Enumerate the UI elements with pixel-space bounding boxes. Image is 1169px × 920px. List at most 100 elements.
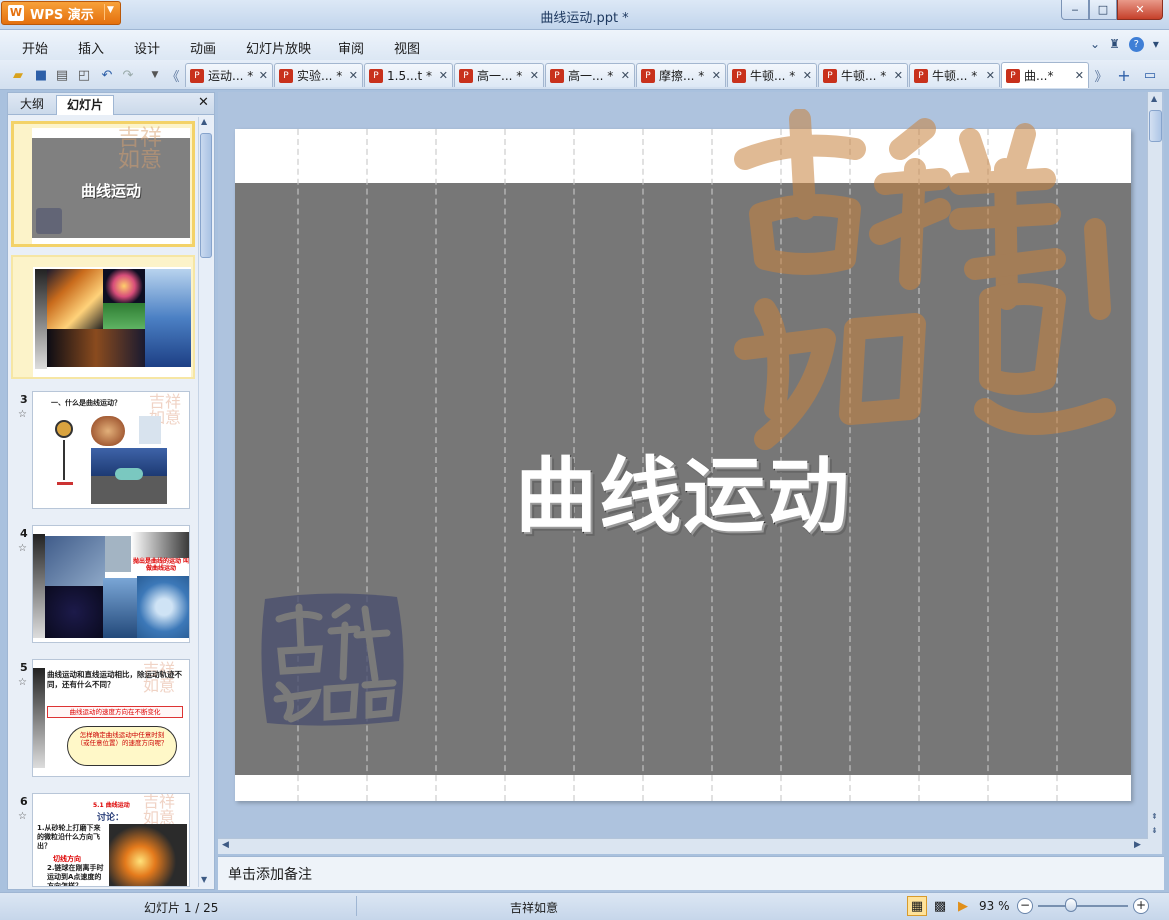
scrollbar-thumb[interactable] — [1149, 110, 1162, 142]
tab-list-icon[interactable]: ▭ — [1141, 66, 1159, 84]
slide-number: 5 — [20, 661, 28, 674]
menu-item-design[interactable]: 设计 — [134, 38, 160, 57]
scroll-up-icon[interactable]: ▲ — [201, 117, 207, 126]
print-icon[interactable]: ▤ — [53, 66, 71, 84]
title-bar: W WPS 演示 ▼ 曲线运动.ppt * ‒ □ ✕ — [0, 0, 1169, 30]
slide-thumbnail-3[interactable]: 一、什么是曲线运动？ 吉祥 如意 — [32, 391, 190, 509]
menu-item-slideshow[interactable]: 幻灯片放映 — [246, 38, 311, 57]
slide-thumb-section: 5.1 曲线运动 — [93, 802, 130, 809]
slide-thumb-question: 曲线运动和直线运动相比，除运动轨迹不同，还有什么不同？ — [47, 670, 182, 689]
help-icon[interactable]: ? — [1128, 37, 1144, 52]
scroll-down-icon[interactable]: ▼ — [201, 875, 207, 884]
panel-scrollbar[interactable]: ▲ ▼ — [198, 117, 212, 887]
normal-view-icon[interactable]: ▦ — [907, 896, 927, 916]
scrollbar-thumb[interactable] — [200, 133, 212, 258]
close-icon[interactable]: ✕ — [530, 69, 539, 82]
menu-item-home[interactable]: 开始 — [22, 38, 48, 57]
close-icon[interactable]: ✕ — [439, 69, 448, 82]
slide-thumb-q1: 1.从砂轮上打磨下来的微粒沿什么方向飞出？ — [37, 824, 101, 850]
menu-item-view[interactable]: 视图 — [394, 38, 420, 57]
slide-number: 4 — [20, 527, 28, 540]
slideshow-view-icon[interactable]: ▶ — [953, 896, 973, 916]
print-preview-icon[interactable]: ◰ — [75, 66, 93, 84]
image-skier — [105, 536, 131, 572]
slide-title[interactable]: 曲线运动 — [235, 429, 1131, 548]
save-icon[interactable]: ■ — [32, 66, 50, 84]
tab-outline[interactable]: 大纲 — [10, 95, 54, 115]
clock-image — [55, 420, 73, 438]
help-dropdown-icon[interactable]: ▾ — [1153, 37, 1159, 52]
scroll-right-icon[interactable]: ▶ — [1134, 840, 1141, 850]
ppt-file-icon: P — [190, 68, 204, 83]
close-icon[interactable]: ✕ — [986, 69, 995, 82]
window-title: 曲线运动.ppt * — [540, 11, 629, 26]
close-icon[interactable]: ✕ — [621, 69, 630, 82]
ppt-file-icon: P — [1006, 68, 1020, 83]
redo-icon[interactable]: ↷ — [119, 66, 137, 84]
doc-tab[interactable]: P 实验... * ✕ — [274, 63, 363, 87]
ppt-file-icon: P — [550, 68, 564, 83]
menu-item-animation[interactable]: 动画 — [190, 38, 216, 57]
slide-thumb-answer: 切线方向 — [53, 855, 81, 863]
tab-scroll-left-icon[interactable]: 《 — [164, 66, 182, 85]
close-button[interactable]: ✕ — [1117, 0, 1163, 20]
image-machine — [103, 578, 137, 638]
scroll-up-icon[interactable]: ▲ — [1151, 94, 1157, 103]
slide-sorter-view-icon[interactable]: ▩ — [930, 896, 950, 916]
doc-tab[interactable]: P 高一... * ✕ — [454, 63, 544, 87]
minimize-button[interactable]: ‒ — [1061, 0, 1089, 20]
tab-slides[interactable]: 幻灯片 — [56, 95, 115, 115]
slide-thumb-caption: 抛出是曲线的运动 叫做曲线运动 — [132, 558, 190, 572]
close-icon[interactable]: ✕ — [712, 69, 721, 82]
collapse-ribbon-icon[interactable]: ⌄ — [1090, 37, 1100, 52]
skin-icon[interactable]: ♜ — [1109, 37, 1120, 52]
slide-canvas[interactable]: 曲线运动 — [235, 109, 1131, 801]
maximize-button[interactable]: □ — [1089, 0, 1117, 20]
doc-tab[interactable]: P 牛顿... * ✕ — [818, 63, 908, 87]
doc-tab[interactable]: P 牛顿... * ✕ — [909, 63, 1000, 87]
menu-item-review[interactable]: 审阅 — [338, 38, 364, 57]
close-icon[interactable]: ✕ — [803, 69, 812, 82]
slide-thumbnail-6[interactable]: 5.1 曲线运动 吉祥 如意 讨论： 1.从砂轮上打磨下来的微粒沿什么方向飞出？ … — [32, 793, 190, 887]
slide-thumbnail-1[interactable]: 吉祥 如意 曲线运动 — [11, 121, 195, 247]
zoom-out-button[interactable]: − — [1017, 898, 1033, 914]
slide-thumbnail-4[interactable]: 抛出是曲线的运动 叫做曲线运动 — [32, 525, 190, 643]
zoom-in-button[interactable]: + — [1133, 898, 1149, 914]
notes-placeholder[interactable]: 单击添加备注 — [228, 867, 312, 883]
editor-vertical-scrollbar[interactable]: ▲ ⇞ ⇟ — [1147, 92, 1162, 854]
zoom-slider-handle[interactable] — [1065, 898, 1078, 912]
animation-star-icon: ☆ — [18, 543, 27, 554]
close-icon[interactable]: ✕ — [259, 69, 268, 82]
editor-horizontal-scrollbar[interactable]: ◀ ▶ — [218, 838, 1148, 854]
undo-icon[interactable]: ↶ — [98, 66, 116, 84]
doc-tab-active[interactable]: P 曲...* ✕ — [1001, 62, 1089, 88]
slide-thumb-title: 曲线运动 — [80, 182, 141, 200]
close-icon[interactable]: ✕ — [894, 69, 903, 82]
close-icon[interactable]: ✕ — [349, 69, 358, 82]
animation-star-icon: ☆ — [18, 811, 27, 822]
previous-slide-icon[interactable]: ⇞ — [1151, 812, 1158, 821]
ppt-file-icon: P — [369, 68, 383, 83]
doc-tab[interactable]: P 牛顿... * ✕ — [727, 63, 817, 87]
new-tab-plus-icon[interactable]: + — [1115, 66, 1133, 85]
close-icon[interactable]: ✕ — [1075, 69, 1084, 82]
scroll-left-icon[interactable]: ◀ — [222, 840, 229, 850]
slide-thumb-heading: 一、什么是曲线运动？ — [51, 399, 121, 407]
zoom-level[interactable]: 93 % — [979, 899, 1010, 913]
next-slide-icon[interactable]: ⇟ — [1151, 826, 1158, 835]
tab-scroll-right-icon[interactable]: 》 — [1092, 66, 1110, 85]
ppt-file-icon: P — [732, 68, 746, 83]
close-icon[interactable]: ✕ — [198, 95, 209, 110]
doc-tab[interactable]: P 1.5...t * ✕ — [364, 63, 453, 87]
doc-tab[interactable]: P 摩擦... * ✕ — [636, 63, 726, 87]
slide-thumbnail-2[interactable] — [11, 255, 195, 379]
quick-access-dropdown-icon[interactable]: ▼ — [146, 66, 164, 84]
notes-pane[interactable]: 单击添加备注 — [218, 856, 1164, 890]
menu-item-insert[interactable]: 插入 — [78, 38, 104, 57]
open-folder-icon[interactable]: ▰ — [9, 66, 27, 84]
slide-thumbnail-5[interactable]: 吉祥 如意 曲线运动和直线运动相比，除运动轨迹不同，还有什么不同？ 曲线运动的速度… — [32, 659, 190, 777]
zoom-slider[interactable] — [1038, 905, 1128, 907]
menu-right-tools: ⌄ ♜ ? ▾ ⌃ — [1090, 37, 1169, 52]
doc-tab[interactable]: P 高一... * ✕ — [545, 63, 635, 87]
doc-tab[interactable]: P 运动... * ✕ — [185, 63, 273, 87]
